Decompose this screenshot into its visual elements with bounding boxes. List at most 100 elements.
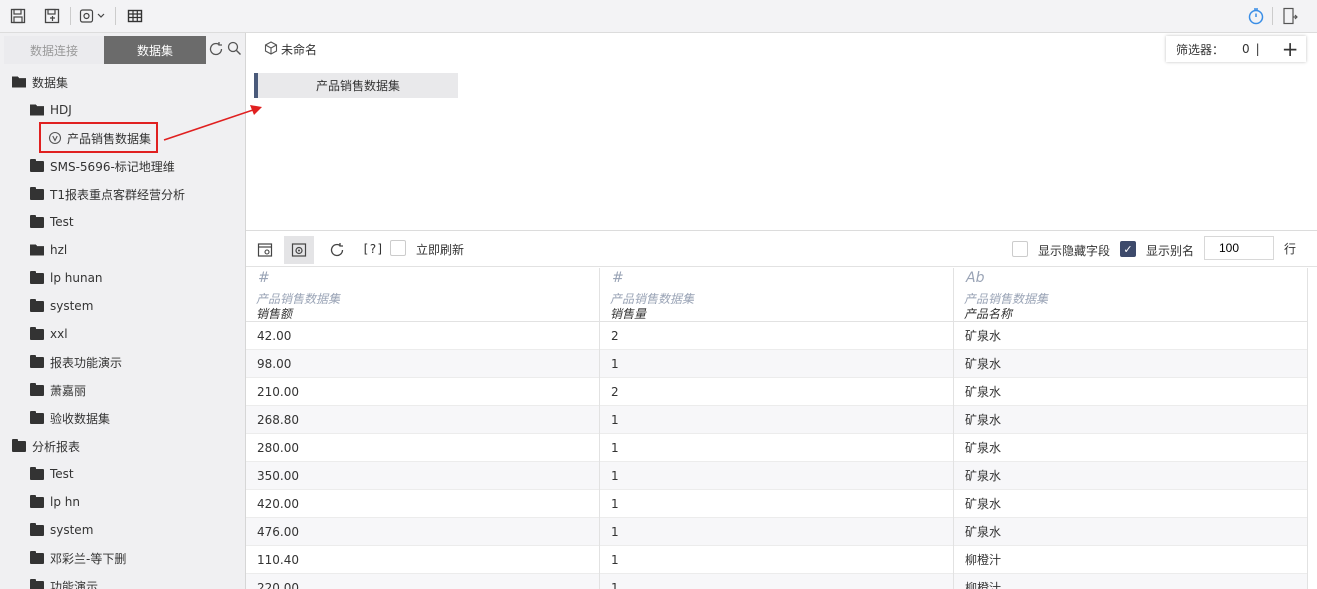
table-cell: 矿泉水: [954, 490, 1307, 518]
save-icon[interactable]: [8, 6, 28, 26]
filter-box[interactable]: 筛选器： 0 | +: [1166, 36, 1306, 62]
table-cell: 1: [600, 350, 953, 378]
tree-item-label: 报表功能演示: [50, 355, 123, 370]
reload-icon[interactable]: [322, 236, 352, 264]
save-as-icon[interactable]: [42, 6, 62, 26]
folder-icon: [30, 326, 44, 340]
tree-item[interactable]: hzl: [0, 238, 67, 262]
column-type-icon: #: [258, 270, 270, 286]
tree-item[interactable]: system: [0, 294, 93, 318]
folder-icon: [30, 466, 44, 480]
tree-item[interactable]: 分析报表: [0, 434, 80, 458]
table-column: # 产品销售数据集 销售额 42.00 98.00 210.00 268.80 280.00 3…: [246, 268, 600, 589]
folder-icon: [30, 578, 44, 589]
tree-item-label: hzl: [50, 243, 68, 257]
table-cell: 280.00: [246, 434, 599, 462]
preview-data-icon[interactable]: [284, 236, 314, 264]
tab-data-connections[interactable]: 数据连接: [4, 36, 104, 64]
folder-icon: [30, 354, 44, 368]
tree-item[interactable]: T1报表重点客群经营分析: [0, 182, 185, 206]
main-panel: 未命名 筛选器： 0 | + 产品销售数据集 [?] 立即刷新 显示隐藏字段 ✓…: [246, 33, 1317, 589]
table-cell: 476.00: [246, 518, 599, 546]
tree-item-label: T1报表重点客群经营分析: [50, 187, 185, 202]
tree-item[interactable]: system: [0, 518, 93, 542]
tree-item-label: HDJ: [50, 103, 72, 117]
dataset-canvas: 未命名 筛选器： 0 | + 产品销售数据集: [246, 33, 1317, 231]
column-header[interactable]: Ab 产品销售数据集 产品名称: [954, 268, 1307, 322]
tree-item-label: 数据集: [32, 75, 69, 90]
tree-item-label: 萧嘉丽: [50, 383, 87, 398]
canvas-title-text: 未命名: [281, 43, 318, 57]
tree-item[interactable]: HDJ: [0, 98, 72, 122]
table-icon[interactable]: [125, 6, 145, 26]
tree-item-label: 验收数据集: [50, 411, 111, 426]
column-header[interactable]: # 产品销售数据集 销售额: [246, 268, 599, 322]
column-field-name: 产品名称: [964, 307, 1013, 321]
folder-icon: [30, 298, 44, 312]
show-alias-checkbox[interactable]: ✓: [1120, 241, 1136, 257]
tree-item[interactable]: lp hunan: [0, 266, 103, 290]
column-type-icon: Ab: [966, 270, 985, 286]
folder-icon: [30, 382, 44, 396]
data-preview-table: # 产品销售数据集 销售额 42.00 98.00 210.00 268.80 280.00 3…: [246, 268, 1317, 589]
table-cell: 1: [600, 462, 953, 490]
tree-item-label: lp hn: [50, 495, 80, 509]
tree-item[interactable]: 功能演示: [0, 574, 98, 589]
tree-item-label: SMS-5696-标记地理维: [50, 159, 175, 174]
dataset-node[interactable]: 产品销售数据集: [254, 73, 458, 98]
search-icon[interactable]: [227, 41, 242, 59]
settings-dropdown-icon[interactable]: [78, 6, 108, 26]
folder-icon: [30, 270, 44, 284]
table-cell: 矿泉水: [954, 434, 1307, 462]
tree-item[interactable]: 验收数据集: [0, 406, 110, 430]
table-cell: 1: [600, 518, 953, 546]
canvas-title: 未命名: [264, 41, 317, 58]
top-toolbar: [0, 0, 1317, 33]
tab-datasets[interactable]: 数据集: [104, 36, 206, 64]
row-count-input[interactable]: [1204, 236, 1274, 260]
tree-item[interactable]: xxl: [0, 322, 68, 346]
tree-item[interactable]: SMS-5696-标记地理维: [0, 154, 175, 178]
table-cell: 2: [600, 322, 953, 350]
row-unit-label: 行: [1284, 242, 1297, 256]
table-cell: 268.80: [246, 406, 599, 434]
table-cell: 350.00: [246, 462, 599, 490]
tree-item[interactable]: 数据集: [0, 70, 68, 94]
tree-item[interactable]: 邓彩兰-等下删: [0, 546, 126, 570]
timer-icon[interactable]: [1246, 6, 1266, 26]
folder-icon: [30, 550, 44, 564]
table-cell: 柳橙汁: [954, 546, 1307, 574]
column-header[interactable]: # 产品销售数据集 销售量: [600, 268, 953, 322]
table-cell: 矿泉水: [954, 518, 1307, 546]
show-hidden-checkbox[interactable]: [1012, 241, 1028, 257]
tree-item[interactable]: 报表功能演示: [0, 350, 122, 374]
folder-open-icon: [30, 244, 44, 256]
folder-icon: [30, 158, 44, 172]
table-cell: 矿泉水: [954, 462, 1307, 490]
column-field-name: 销售量: [610, 307, 647, 321]
auto-refresh-label: 立即刷新: [416, 243, 465, 257]
tree-item-label: 功能演示: [50, 579, 99, 589]
column-field-name: 销售额: [256, 307, 293, 321]
tree-item[interactable]: Test: [0, 210, 74, 234]
table-cell: 矿泉水: [954, 350, 1307, 378]
preview-settings-icon[interactable]: [250, 236, 280, 264]
folder-icon: [30, 410, 44, 424]
folder-open-icon: [30, 104, 44, 116]
help-bracket-label[interactable]: [?]: [362, 242, 384, 256]
refresh-icon[interactable]: [208, 41, 224, 60]
table-cell: 220.00: [246, 574, 599, 589]
folder-icon: [30, 186, 44, 200]
table-column: Ab 产品销售数据集 产品名称 矿泉水 矿泉水 矿泉水 矿泉水 矿泉水 矿泉水 矿泉水 矿泉水 柳橙汁…: [954, 268, 1308, 589]
table-column: # 产品销售数据集 销售量 2 1 2 1 1 1 1 1 1 1: [600, 268, 954, 589]
export-icon[interactable]: [1280, 6, 1300, 26]
table-cell: 110.40: [246, 546, 599, 574]
folder-icon: [12, 438, 26, 452]
auto-refresh-checkbox[interactable]: [390, 240, 406, 256]
table-cell: 矿泉水: [954, 406, 1307, 434]
tree-item[interactable]: lp hn: [0, 490, 80, 514]
tree-item[interactable]: 萧嘉丽: [0, 378, 86, 402]
add-filter-icon[interactable]: +: [1282, 39, 1299, 59]
tree-item[interactable]: Test: [0, 462, 74, 486]
table-cell: 1: [600, 574, 953, 589]
